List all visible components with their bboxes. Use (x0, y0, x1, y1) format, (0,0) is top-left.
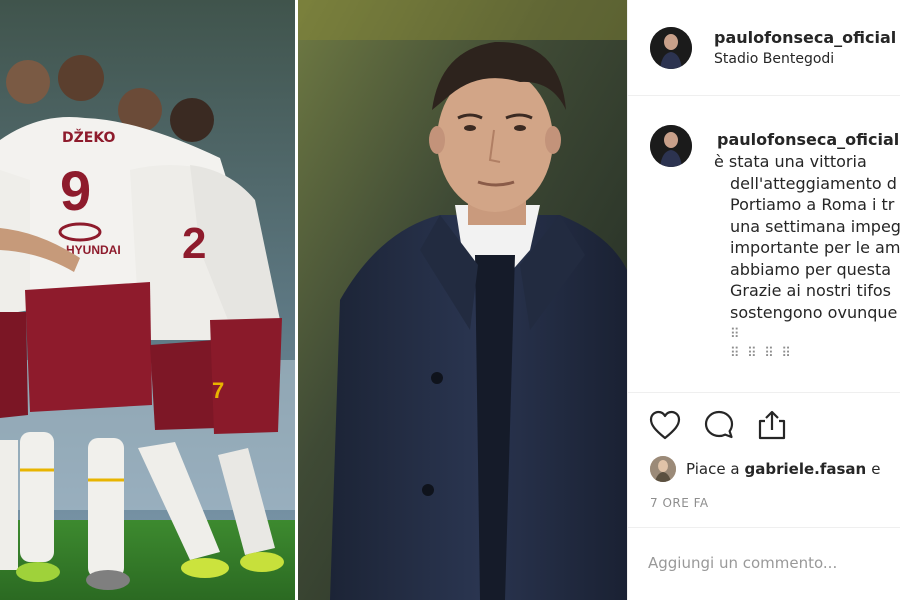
post-timestamp[interactable]: 7 ORE FA (650, 496, 709, 510)
avatar-image (650, 456, 676, 482)
caption-line: una settimana impeg (730, 216, 900, 236)
caption-emoji-row: ⠿ (730, 326, 742, 341)
add-comment-section (628, 527, 900, 600)
caption-line: Portiamo a Roma i tr (730, 195, 895, 214)
avatar-image (650, 27, 692, 69)
caption-line: importante per le am (730, 238, 900, 257)
share-button[interactable] (754, 407, 790, 443)
avatar[interactable] (650, 27, 692, 69)
caption-avatar[interactable] (650, 125, 692, 167)
caption-line: dell'atteggiamento d (730, 173, 897, 193)
post-location[interactable]: Stadio Bentegodi (714, 51, 834, 67)
share-icon (758, 410, 786, 440)
likes-prefix: Piace a (686, 460, 740, 478)
like-button[interactable] (647, 407, 683, 443)
caption-line: abbiamo per questa (730, 259, 892, 279)
likes-suffix: e (871, 460, 881, 478)
players-celebration-image: DŽEKO 9 2 HYUNDAI 7 (0, 0, 295, 600)
caption-emoji-row: ⠿ ⠿ ⠿ ⠿ (730, 345, 793, 360)
player-number-text: 9 (60, 159, 91, 222)
avatar-image (650, 125, 692, 167)
post-side-panel: paulofonseca_oficial Stadio Bentegodi pa… (627, 0, 900, 600)
second-player-number-text: 2 (182, 219, 206, 268)
sock-number-text: 7 (212, 378, 224, 403)
player-name-text: DŽEKO (62, 129, 116, 146)
liker-avatar[interactable] (650, 456, 676, 482)
post-photo[interactable]: DŽEKO 9 2 HYUNDAI 7 (0, 0, 627, 600)
post-actions: Piace a gabriele.fasan e 7 ORE FA (628, 392, 900, 542)
post-caption: paulofonseca_oficial è stata una vittori… (628, 96, 900, 392)
comment-input[interactable] (648, 548, 898, 578)
caption-username[interactable]: paulofonseca_oficial (717, 130, 899, 149)
likes-summary: Piace a gabriele.fasan e (650, 455, 880, 483)
comment-bubble-icon (704, 410, 734, 439)
coach-portrait-image (298, 0, 627, 600)
post-header: paulofonseca_oficial Stadio Bentegodi (628, 0, 900, 96)
caption-line: sostengono ovunque (730, 302, 898, 322)
caption-text: è stata una vittoria dell'atteggiamento … (714, 151, 900, 361)
caption-line: è stata una vittoria (714, 152, 867, 171)
caption-line: Grazie ai nostri tifos (730, 281, 892, 300)
liker-username-link[interactable]: gabriele.fasan (745, 460, 867, 478)
post-username[interactable]: paulofonseca_oficial (714, 28, 896, 47)
comment-button[interactable] (701, 407, 737, 443)
heart-icon (649, 410, 681, 440)
